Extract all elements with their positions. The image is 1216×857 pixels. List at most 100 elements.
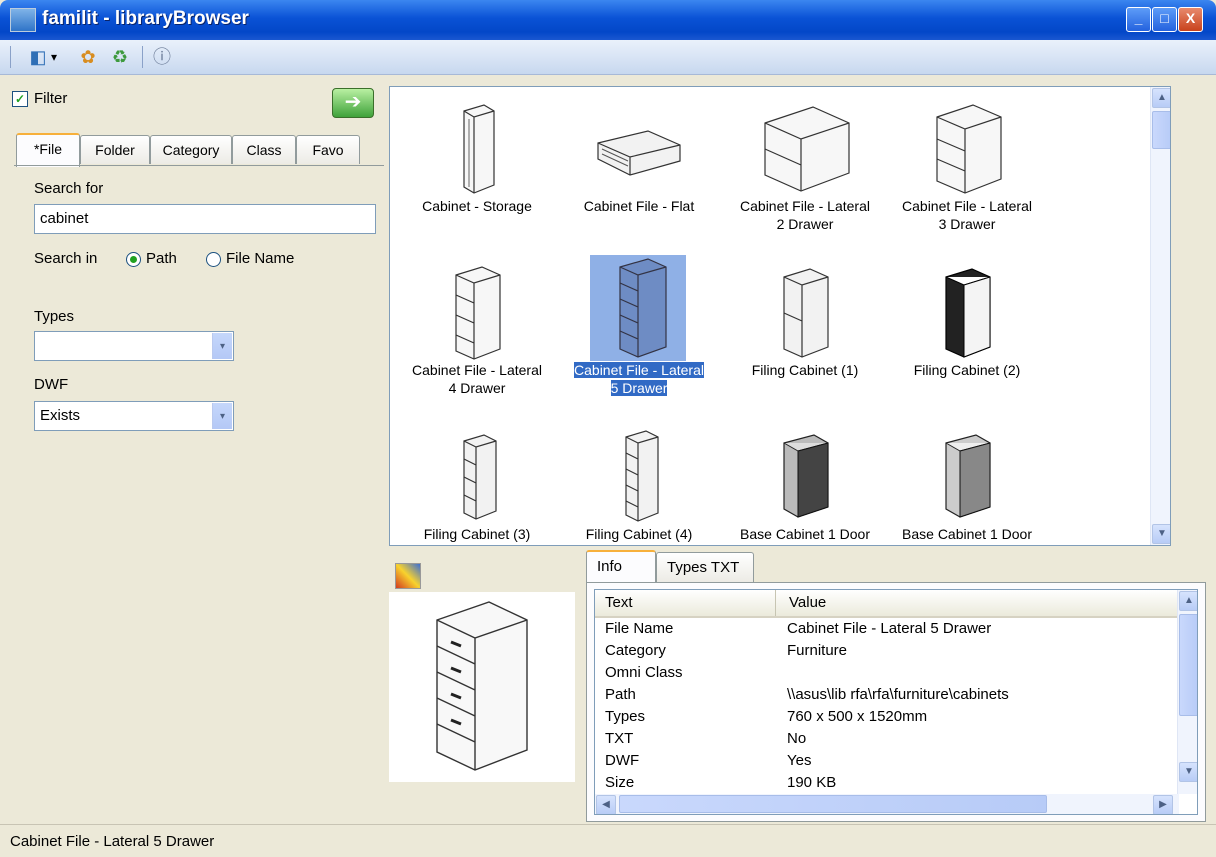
open-library-icon[interactable]: ◧ (26, 45, 50, 69)
filing-cabinet-3-thumbnail (463, 434, 497, 520)
table-row: File Name Cabinet File - Lateral 5 Drawer (595, 620, 1179, 642)
gallery-item[interactable]: Filing Cabinet (2) (886, 255, 1048, 405)
lateral-5-drawer-thumbnail (590, 255, 686, 361)
gallery-item[interactable]: Cabinet File - Lateral 2 Drawer (724, 91, 886, 241)
chevron-down-icon[interactable]: ▾ (212, 403, 232, 429)
scroll-down-button[interactable]: ▼ (1179, 762, 1197, 782)
lateral-2-drawer-thumbnail (764, 106, 850, 192)
title-bar[interactable]: familit - libraryBrowser _ □ X (0, 0, 1216, 40)
info-vertical-scrollbar[interactable]: ▲ ▼ (1177, 590, 1197, 794)
lateral-4-drawer-thumbnail (455, 266, 501, 360)
refresh-icon[interactable]: ♻ (108, 45, 132, 69)
scroll-right-button[interactable]: ▶ (1153, 795, 1173, 814)
gallery-item[interactable]: Base Cabinet 1 Door (886, 419, 1048, 545)
tab-folder[interactable]: Folder (80, 135, 150, 164)
tab-types-txt[interactable]: Types TXT (656, 552, 754, 582)
info-horizontal-scrollbar[interactable]: ◀ ▶ (595, 794, 1179, 814)
column-text-header[interactable]: Text (605, 594, 633, 611)
minimize-button[interactable]: _ (1126, 7, 1151, 32)
gallery-item-label: Cabinet - Storage (422, 198, 532, 214)
gallery-item[interactable]: Base Cabinet 1 Door (724, 419, 886, 545)
gallery-item-label: Cabinet File - Lateral (740, 198, 870, 214)
chevron-down-icon[interactable]: ▾ (48, 45, 60, 69)
table-row: Category Furniture (595, 642, 1179, 664)
scroll-up-button[interactable]: ▲ (1179, 591, 1197, 611)
column-value-header[interactable]: Value (789, 594, 826, 611)
tab-favorites[interactable]: Favo (296, 135, 360, 164)
gallery-item[interactable]: Cabinet File - Lateral 3 Drawer (886, 91, 1048, 241)
scroll-down-button[interactable]: ▼ (1152, 524, 1170, 544)
gear-icon[interactable]: ✿ (76, 45, 100, 69)
search-in-label: Search in (34, 250, 98, 267)
info-grid: Text Value File Name Cabinet File - Later… (594, 589, 1198, 815)
row-value: 760 x 500 x 1520mm (787, 708, 928, 725)
gallery-item[interactable]: Filing Cabinet (4) (558, 419, 720, 545)
status-bar: Cabinet File - Lateral 5 Drawer (0, 824, 1216, 857)
gallery-scrollbar[interactable]: ▲ ▼ (1150, 87, 1170, 545)
row-key: Types (605, 708, 646, 725)
gallery-item-sublabel: 4 Drawer (448, 380, 506, 396)
filename-radio-label: File Name (226, 250, 295, 267)
row-key: Category (605, 642, 666, 659)
gallery-item-sublabel: 5 Drawer (610, 380, 668, 396)
close-button[interactable]: X (1178, 7, 1203, 32)
base-cabinet-thumbnail (945, 434, 991, 518)
path-radio[interactable] (126, 252, 141, 267)
row-value: No (787, 730, 807, 747)
scroll-left-button[interactable]: ◀ (596, 795, 616, 814)
filename-radio[interactable] (206, 252, 221, 267)
table-row: Types 760 x 500 x 1520mm (595, 708, 1179, 730)
render-icon[interactable] (395, 563, 421, 589)
flat-file-cabinet-thumbnail (597, 130, 681, 176)
tab-info[interactable]: Info (586, 550, 656, 583)
gallery-item-label: Cabinet File - Lateral (902, 198, 1032, 214)
base-cabinet-thumbnail (783, 434, 829, 518)
gallery-item-label: Filing Cabinet (2) (913, 362, 1021, 378)
storage-cabinet-thumbnail (463, 104, 495, 194)
gallery-item[interactable]: Filing Cabinet (1) (724, 255, 886, 405)
scroll-thumb[interactable] (1179, 614, 1197, 716)
filing-cabinet-2-thumbnail (945, 268, 991, 358)
gallery-item-label: Filing Cabinet (4) (585, 526, 693, 542)
maximize-button[interactable]: □ (1152, 7, 1177, 32)
tab-category[interactable]: Category (150, 135, 232, 164)
gallery-item[interactable]: Cabinet File - Lateral 4 Drawer (396, 255, 558, 405)
tab-class[interactable]: Class (232, 135, 296, 164)
preview-image (436, 601, 528, 771)
gallery-item-label: Cabinet File - Lateral (412, 362, 542, 378)
gallery-item-selected[interactable]: Cabinet File - Lateral 5 Drawer (558, 255, 720, 405)
gallery-item-label: Base Cabinet 1 Door (902, 526, 1032, 542)
dwf-dropdown[interactable]: Exists ▾ (34, 401, 234, 431)
toolbar-separator (142, 46, 143, 68)
gallery-item[interactable]: Cabinet - Storage (396, 91, 558, 241)
row-value: \\asus\lib rfa\rfa\furniture\cabinets (787, 686, 1009, 703)
filter-checkbox[interactable]: ✓ (12, 91, 28, 107)
toolbar-grip (10, 46, 11, 68)
row-value: 190 KB (787, 774, 837, 791)
app-icon (10, 8, 36, 32)
gallery-item[interactable]: Cabinet File - Flat (558, 91, 720, 241)
filing-cabinet-4-thumbnail (625, 430, 659, 522)
app-window: familit - libraryBrowser _ □ X ◧ ▾ ✿ ♻ ⓘ… (0, 0, 1216, 857)
row-value: Furniture (787, 642, 848, 659)
dwf-value: Exists (40, 407, 81, 424)
gallery-item[interactable]: Filing Cabinet (3) (396, 419, 558, 545)
table-row: DWF Yes (595, 752, 1179, 774)
scroll-thumb[interactable] (619, 795, 1047, 813)
table-row: TXT No (595, 730, 1179, 752)
table-row: Omni Class (595, 664, 1179, 686)
window-title: familit - libraryBrowser (42, 8, 249, 29)
row-key: File Name (605, 620, 674, 637)
scroll-up-button[interactable]: ▲ (1152, 88, 1170, 108)
gallery-item-label: Cabinet File - Flat (583, 198, 695, 214)
tab-file[interactable]: *File (16, 133, 80, 167)
filter-label: Filter (34, 90, 68, 107)
info-icon[interactable]: ⓘ (150, 45, 174, 69)
types-dropdown[interactable]: ▾ (34, 331, 234, 361)
family-gallery[interactable]: Cabinet - Storage Cabinet File - Flat Ca… (389, 86, 1171, 546)
table-row: Size 190 KB (595, 774, 1179, 792)
apply-filter-button[interactable]: ➔ (332, 88, 374, 118)
search-input[interactable]: cabinet (34, 204, 376, 234)
scroll-thumb[interactable] (1152, 111, 1170, 149)
chevron-down-icon[interactable]: ▾ (212, 333, 232, 359)
